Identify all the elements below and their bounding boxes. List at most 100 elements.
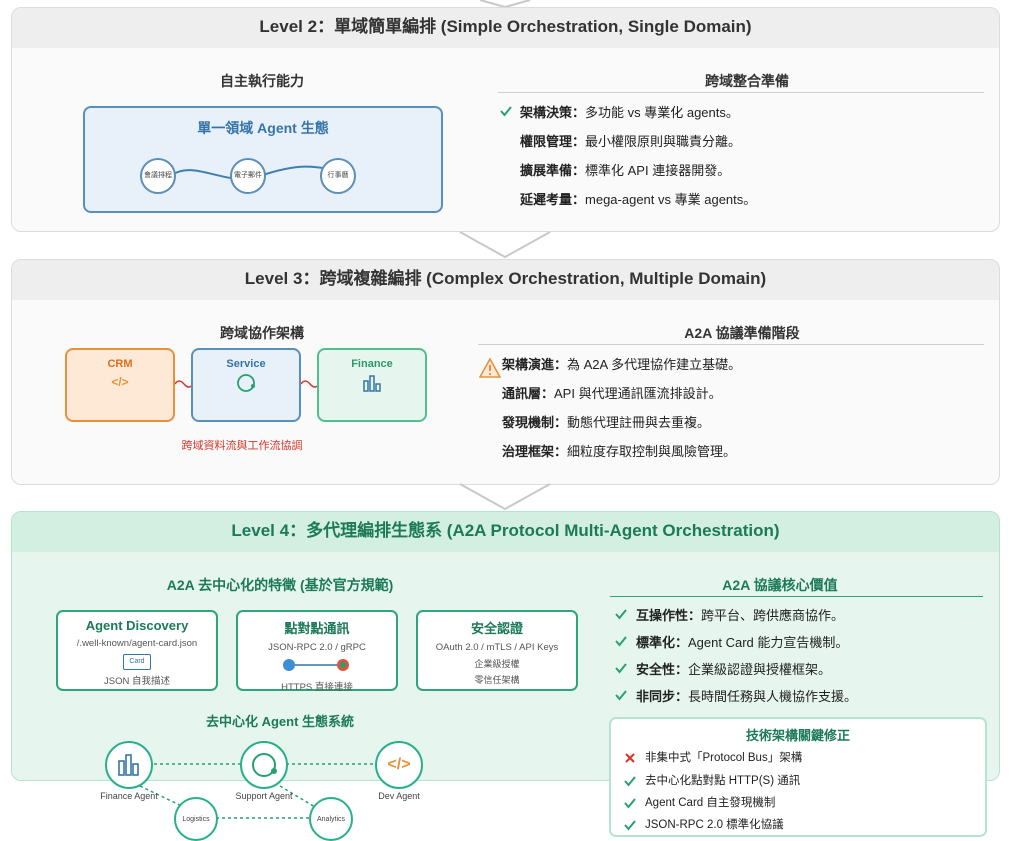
level3-panel: Level 3：跨域複雜編排 (Complex Orchestration, M…	[11, 259, 1000, 485]
node-calendar-label: 行事曆	[327, 172, 349, 179]
card-title: 點對點通訊	[284, 621, 350, 636]
check-icon	[615, 609, 627, 620]
service-box: Service	[191, 348, 301, 422]
crm-box: CRM </>	[65, 348, 175, 422]
level2-right-title: 跨域整合準備	[705, 73, 789, 89]
item-bold: 架構演進：	[502, 357, 568, 372]
item-text: 最小權限原則與職責分離。	[585, 134, 742, 149]
support-icon	[237, 374, 255, 392]
value-item-1: 互操作性：跨平台、跨供應商協作。	[636, 605, 844, 624]
item-bold: 發現機制：	[502, 415, 568, 430]
fix-box: 技術架構關鍵修正 非集中式「Protocol Bus」架構 去中心化點對點 HT…	[609, 717, 987, 837]
item-text: 細粒度存取控制與風險管理。	[567, 444, 737, 459]
card-footer: HTTPS 直接連接	[281, 682, 353, 693]
item-bold: 治理框架：	[502, 444, 568, 459]
finance-agent-node	[105, 741, 153, 789]
level4-right-divider	[610, 596, 983, 597]
p2p-card: 點對點通訊 JSON-RPC 2.0 / gRPC HTTPS 直接連接	[236, 610, 398, 693]
domain-flow-lines	[169, 165, 356, 180]
check-icon	[624, 798, 636, 809]
item-text: 多功能 vs 專業化 agents。	[585, 105, 739, 120]
node-meeting-label: 會議排程	[144, 172, 172, 179]
level3-caption: 跨域資料流與工作流協調	[181, 440, 303, 452]
finance-label: Finance	[351, 358, 393, 370]
level4-left-title: A2A 去中心化的特徵 (基於官方規範)	[166, 577, 394, 593]
item-text: API 與代理通訊匯流排設計。	[554, 386, 722, 401]
level3-left-title: 跨域協作架構	[220, 325, 304, 341]
item-text: 標準化 API 連接器開發。	[585, 163, 731, 178]
item-bold: 延遲考量：	[520, 192, 586, 207]
analytics-agent-label: Analytics	[316, 816, 345, 823]
level2-left-title: 自主執行能力	[220, 73, 304, 89]
crm-label: CRM	[107, 358, 133, 370]
level2-item-4: 延遲考量：mega-agent vs 專業 agents。	[520, 189, 756, 208]
card-line2: 企業級授權	[474, 659, 520, 669]
level3-right-title: A2A 協議準備階段	[684, 325, 800, 341]
level3-title: Level 3：跨域複雜編排 (Complex Orchestration, M…	[12, 260, 999, 300]
item-text: 長時間任務與人機協作支援。	[688, 689, 858, 704]
bar-chart-icon	[118, 754, 139, 776]
level3-item-1: 架構演進：為 A2A 多代理協作建立基礎。	[502, 354, 741, 373]
p2p-link-icon	[283, 659, 349, 671]
check-icon	[615, 663, 627, 674]
logistics-agent-node: Logistics	[174, 797, 218, 841]
check-icon	[624, 820, 636, 831]
check-icon	[615, 690, 627, 701]
item-bold: 權限管理：	[520, 134, 586, 149]
logistics-agent-label: Logistics	[182, 816, 210, 823]
finance-box: Finance	[317, 348, 427, 422]
card-subtitle: /.well-known/agent-card.json	[76, 638, 198, 649]
item-text: 企業級認證與授權框架。	[688, 662, 832, 677]
item-bold: 互操作性：	[636, 608, 702, 623]
fix-item-2: 去中心化點對點 HTTP(S) 通訊	[645, 775, 801, 787]
card-subtitle: JSON-RPC 2.0 / gRPC	[268, 642, 366, 653]
fix-item-1: 非集中式「Protocol Bus」架構	[645, 752, 803, 764]
agent-discovery-card: Agent Discovery /.well-known/agent-card.…	[56, 610, 218, 691]
bar-chart-icon	[363, 375, 381, 392]
connector-arrow-2	[459, 483, 551, 511]
item-text: 動態代理註冊與去重複。	[567, 415, 711, 430]
level4-right-title: A2A 協議核心價值	[722, 577, 838, 593]
node-meeting: 會議排程	[140, 158, 176, 194]
support-icon	[252, 753, 277, 777]
level4-title: Level 4：多代理編排生態系 (A2A Protocol Multi-Age…	[12, 512, 999, 552]
item-text: Agent Card 能力宣告機制。	[688, 635, 849, 650]
value-item-4: 非同步：長時間任務與人機協作支援。	[636, 686, 857, 705]
dev-agent-node: </>	[375, 741, 423, 789]
eco-title: 去中心化 Agent 生態系統	[205, 714, 355, 729]
value-item-2: 標準化：Agent Card 能力宣告機制。	[636, 632, 848, 651]
level3-item-2: 通訊層：API 與代理通訊匯流排設計。	[502, 383, 722, 402]
item-text: 為 A2A 多代理協作建立基礎。	[567, 357, 742, 372]
node-email-label: 電子郵件	[234, 172, 262, 179]
card-title: Agent Discovery	[85, 618, 189, 633]
warning-icon	[479, 358, 501, 378]
code-icon: </>	[387, 756, 411, 773]
level3-item-4: 治理框架：細粒度存取控制與風險管理。	[502, 441, 736, 460]
card-footer: JSON 自我描述	[104, 676, 170, 687]
level2-panel: Level 2：單域簡單編排 (Simple Orchestration, Si…	[11, 7, 1000, 232]
card-title: 安全認證	[470, 621, 523, 636]
level3-right-divider	[478, 344, 984, 345]
fix-item-4: JSON-RPC 2.0 標準化協議	[645, 819, 784, 831]
support-agent-node	[240, 741, 288, 789]
level2-item-2: 權限管理：最小權限原則與職責分離。	[520, 131, 741, 150]
code-icon: </>	[111, 375, 129, 389]
item-bold: 安全性：	[636, 662, 689, 677]
item-bold: 非同步：	[636, 689, 689, 704]
node-email: 電子郵件	[230, 158, 266, 194]
check-icon	[500, 106, 512, 117]
level3-item-3: 發現機制：動態代理註冊與去重複。	[502, 412, 710, 431]
level2-item-1: 架構決策：多功能 vs 專業化 agents。	[520, 102, 739, 121]
node-calendar: 行事曆	[320, 158, 356, 194]
card-line3: 零信任架構	[474, 675, 520, 685]
check-icon	[615, 636, 627, 647]
value-item-3: 安全性：企業級認證與授權框架。	[636, 659, 831, 678]
item-bold: 標準化：	[636, 635, 689, 650]
item-bold: 通訊層：	[502, 386, 555, 401]
card-badge-icon: Card	[123, 654, 151, 670]
check-icon	[624, 776, 636, 787]
level2-title: Level 2：單域簡單編排 (Simple Orchestration, Si…	[12, 8, 999, 48]
cross-icon	[625, 753, 635, 763]
connector-arrow-1	[459, 231, 551, 259]
item-bold: 擴展準備：	[520, 163, 586, 178]
